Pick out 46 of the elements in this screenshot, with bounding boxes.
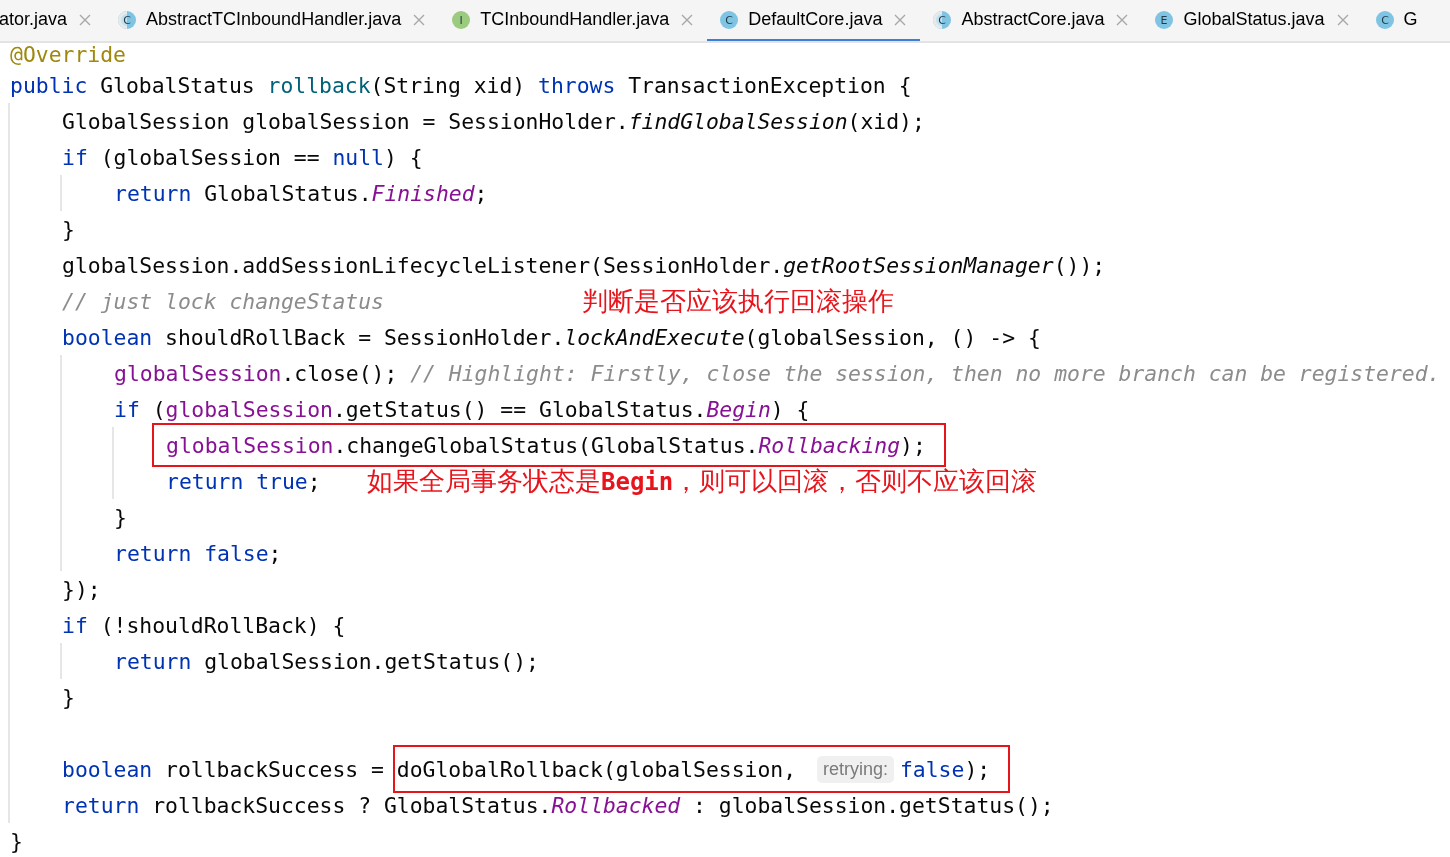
code-text: GlobalSession globalSession = SessionHolder.findGlobalSession(xid);	[62, 108, 925, 134]
editor-tab[interactable]: ator.java	[0, 0, 106, 41]
editor-tab[interactable]: C AbstractTCInboundHandler.java	[105, 0, 440, 41]
code-text: if (!shouldRollBack) {	[62, 612, 346, 638]
code-text: return rollbackSuccess ? GlobalStatus.Rollbacked : globalSession.getStatus();	[62, 792, 1054, 818]
code-text: if (globalSession.getStatus() == GlobalStatus.Begin) {	[114, 396, 810, 422]
code-text: });	[62, 576, 101, 602]
editor-tab[interactable]: C G	[1362, 0, 1432, 41]
editor-tab[interactable]: C AbstractCore.java	[920, 0, 1143, 41]
code-text: boolean shouldRollBack = SessionHolder.lockAndExecute(globalSession, () -> {	[62, 324, 1041, 350]
annotation-note: 判断是否应该执行回滚操作	[582, 284, 894, 318]
abstract-class-icon: C	[932, 9, 953, 30]
enum-icon: E	[1154, 9, 1175, 30]
code-text: false);	[900, 756, 991, 782]
code-text: }	[62, 684, 75, 710]
code-text: return true;	[166, 468, 321, 494]
editor-tab[interactable]: E GlobalStatus.java	[1142, 0, 1363, 41]
code-text: return false;	[114, 540, 282, 566]
close-icon[interactable]	[79, 13, 92, 26]
code-text: globalSession.addSessionLifecycleListener(SessionHolder.getRootSessionManager());	[62, 252, 1106, 278]
class-icon: C	[719, 9, 740, 30]
close-icon[interactable]	[894, 13, 907, 26]
code-text: if (globalSession == null) {	[62, 144, 423, 170]
code-text: // just lock changeStatus	[62, 288, 384, 314]
editor-tab[interactable]: I TCInboundHandler.java	[439, 0, 708, 41]
code-text: }	[62, 216, 75, 242]
code-text: return GlobalStatus.Finished;	[114, 180, 488, 206]
class-icon: C	[1374, 9, 1395, 30]
code-text: globalSession.changeGlobalStatus(GlobalStatus.Rollbacking);	[166, 432, 926, 458]
close-icon[interactable]	[413, 13, 426, 26]
code-text: globalSession.close(); // Highlight: Firstly, close the session, then no more branch can be registered.	[114, 360, 1441, 386]
interface-icon: I	[451, 9, 472, 30]
code-text: }	[114, 504, 127, 530]
editor-tab[interactable]: C DefaultCore.java	[707, 0, 921, 41]
abstract-class-icon: C	[117, 9, 138, 30]
annotation-note: 如果全局事务状态是Begin，则可以回滚，否则不应该回滚	[367, 464, 1038, 498]
code-text: @Override	[10, 43, 126, 67]
parameter-hint: retrying:	[816, 755, 894, 783]
code-text: doGlobalRollback(globalSession,	[396, 756, 798, 782]
close-icon[interactable]	[681, 13, 694, 26]
code-text: return globalSession.getStatus();	[114, 648, 539, 674]
code-text: }	[10, 828, 23, 854]
close-icon[interactable]	[1116, 13, 1129, 26]
code-text: boolean rollbackSuccess =	[62, 756, 385, 782]
close-icon[interactable]	[1336, 13, 1349, 26]
code-text: public GlobalStatus rollback(String xid) throws TransactionException {	[10, 72, 912, 98]
